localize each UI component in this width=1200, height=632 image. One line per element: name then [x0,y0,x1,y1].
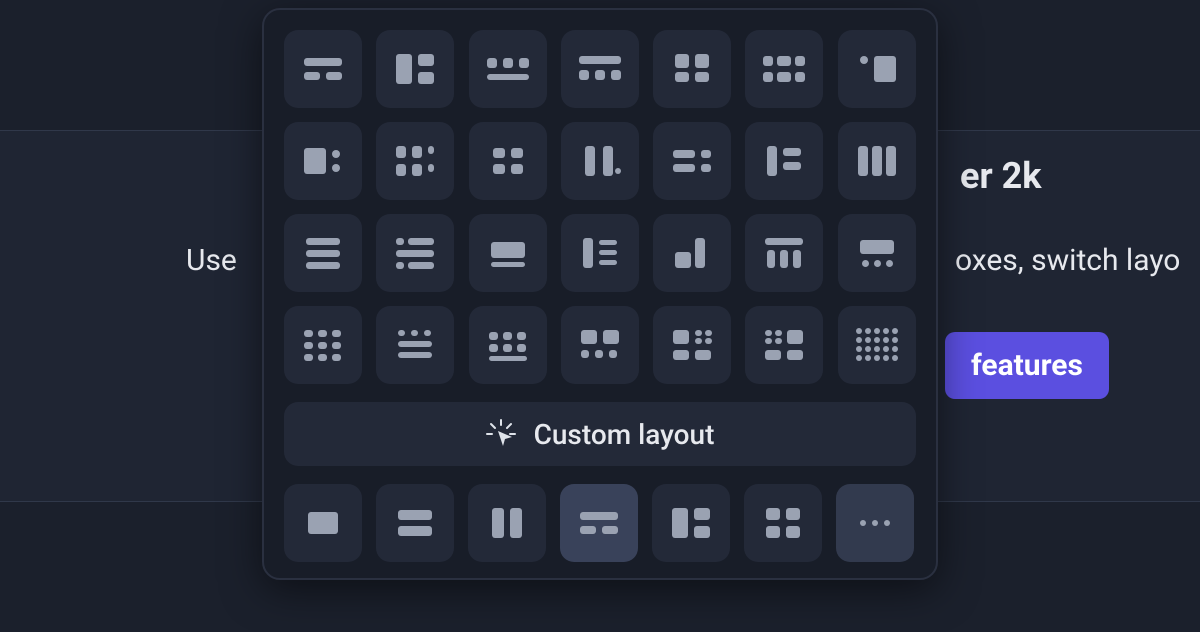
layout-option[interactable] [838,214,916,292]
dock-layout-left-stack[interactable] [652,484,730,562]
layout-option[interactable] [653,122,731,200]
layout-icon-2x2-dots [487,140,529,182]
layout-icon-bar-dots3 [856,232,898,274]
layout-icon-block-dots [302,140,344,182]
layout-icon-topdots-bars [394,324,436,366]
layout-icon-indent-rows [394,232,436,274]
layout-icon-step [671,232,713,274]
layout-icon-header-two [578,502,620,544]
layout-icon-grid-3x3 [302,324,344,366]
layout-option[interactable] [838,306,916,384]
layout-option[interactable] [653,306,731,384]
layout-icon-two-bars-sm [671,140,713,182]
layout-icon-col-stacks [394,140,436,182]
layout-icon-three-rows [302,232,344,274]
layout-option[interactable] [745,30,823,108]
layout-icon-two-cols [486,502,528,544]
layout-icon-two-rows [394,502,436,544]
features-button[interactable]: features [945,332,1109,399]
layout-icon-dense-grid [856,324,898,366]
dock-layout-two-rows[interactable] [376,484,454,562]
layout-option[interactable] [284,214,362,292]
dock-more-button[interactable] [836,484,914,562]
dock-layout-two-cols[interactable] [468,484,546,562]
layout-option[interactable] [376,30,454,108]
layout-option[interactable] [838,30,916,108]
layout-picker-popover: Custom layout [262,8,938,580]
custom-layout-button[interactable]: Custom layout [284,402,916,466]
dock-layout-single[interactable] [284,484,362,562]
layout-icon-left-stack [670,502,712,544]
layout-option[interactable] [838,122,916,200]
layout-icon-2row-grid-bar [487,324,529,366]
layout-icon-2x2 [762,502,804,544]
layout-option[interactable] [376,214,454,292]
layout-icon-dot-block [856,48,898,90]
layout-option[interactable] [561,214,639,292]
layout-icon-2x3-a [763,48,805,90]
layout-icon-single [302,502,344,544]
layout-icon-col-lines [579,232,621,274]
layout-option[interactable] [284,122,362,200]
layout-icon-big-bar [487,232,529,274]
layout-icon-bar-three [579,48,621,90]
layout-icon-2x2-tall [671,48,713,90]
layout-dock [284,484,916,562]
layout-option[interactable] [469,214,547,292]
layout-icon-three-top-bar [487,48,529,90]
layout-icon-bar-cols [763,232,805,274]
layout-option[interactable] [469,30,547,108]
layout-option[interactable] [653,214,731,292]
layout-option[interactable] [469,122,547,200]
layout-icon-header-two [302,48,344,90]
layout-icon-two-cols-dot [579,140,621,182]
cursor-click-icon [486,419,516,449]
layout-icon-mixed-b [671,324,713,366]
layout-option[interactable] [284,306,362,384]
layout-icon-three-cols [856,140,898,182]
layout-option[interactable] [561,122,639,200]
dock-layout-2x2[interactable] [744,484,822,562]
hero-title-fragment: er 2k [960,155,1041,197]
layout-icon-col-two-dots [763,140,805,182]
custom-layout-label: Custom layout [534,418,715,451]
layout-icon-mixed-a [579,324,621,366]
layout-option[interactable] [561,306,639,384]
ellipsis-icon [860,520,890,526]
layout-option[interactable] [745,122,823,200]
layout-icon-left-stack [394,48,436,90]
layout-option[interactable] [376,122,454,200]
hero-lead-left-fragment: Use [186,243,237,278]
layout-option[interactable] [745,306,823,384]
layout-grid [284,30,916,384]
layout-option[interactable] [745,214,823,292]
layout-option[interactable] [653,30,731,108]
layout-option[interactable] [376,306,454,384]
layout-option[interactable] [284,30,362,108]
dock-layout-header-two[interactable] [560,484,638,562]
layout-option[interactable] [469,306,547,384]
layout-option[interactable] [561,30,639,108]
layout-icon-mixed-c [763,324,805,366]
hero-lead-right-fragment: oxes, switch layo [955,243,1180,278]
